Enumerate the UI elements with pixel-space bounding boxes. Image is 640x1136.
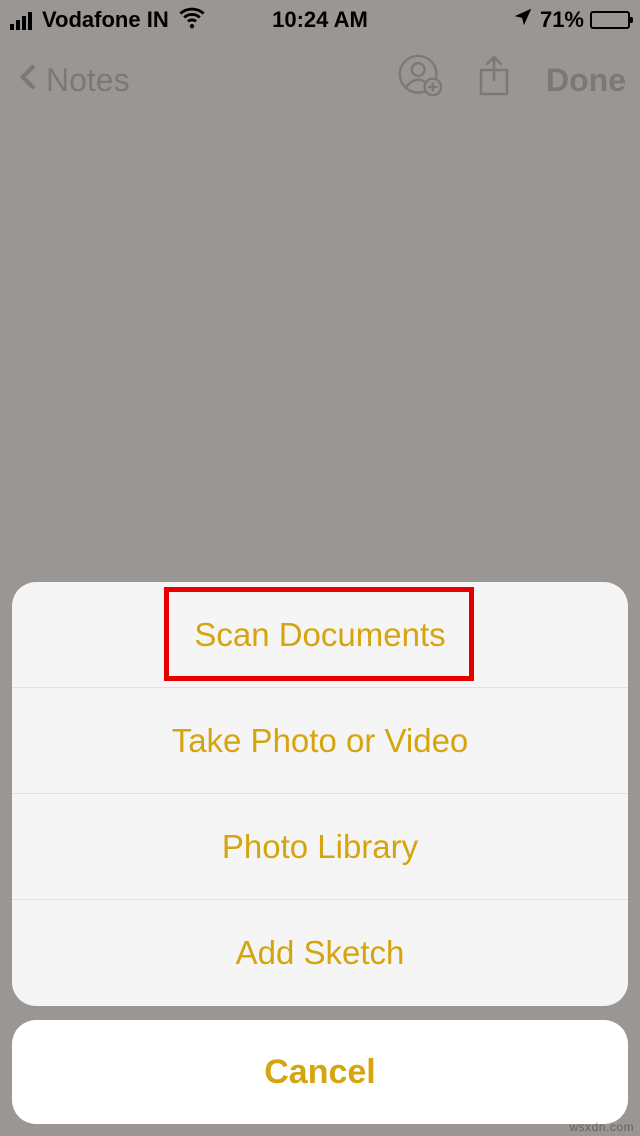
action-take-photo-video[interactable]: Take Photo or Video — [12, 688, 628, 794]
action-photo-library[interactable]: Photo Library — [12, 794, 628, 900]
action-scan-documents[interactable]: Scan Documents — [12, 582, 628, 688]
done-button[interactable]: Done — [546, 62, 626, 99]
carrier-label: Vodafone IN — [42, 7, 169, 33]
back-label: Notes — [46, 62, 130, 99]
share-icon[interactable] — [476, 54, 512, 106]
nav-bar: Notes Done — [0, 40, 640, 120]
action-label: Add Sketch — [236, 934, 405, 972]
battery-pct: 71% — [540, 7, 584, 33]
cell-signal-icon — [10, 10, 32, 30]
location-icon — [512, 6, 534, 34]
wifi-icon — [179, 4, 205, 36]
action-label: Scan Documents — [194, 616, 445, 654]
cancel-button[interactable]: Cancel — [12, 1020, 628, 1124]
back-button[interactable]: Notes — [14, 57, 130, 104]
chevron-left-icon — [14, 57, 44, 104]
status-bar: Vodafone IN 10:24 AM 71% — [0, 0, 640, 40]
clock: 10:24 AM — [272, 7, 368, 33]
action-label: Take Photo or Video — [172, 722, 469, 760]
add-person-icon[interactable] — [398, 54, 442, 106]
action-add-sketch[interactable]: Add Sketch — [12, 900, 628, 1006]
action-sheet: Scan Documents Take Photo or Video Photo… — [0, 570, 640, 1136]
battery-icon — [590, 11, 630, 29]
watermark: wsxdn.com — [569, 1120, 634, 1134]
cancel-label: Cancel — [264, 1053, 376, 1092]
action-label: Photo Library — [222, 828, 418, 866]
